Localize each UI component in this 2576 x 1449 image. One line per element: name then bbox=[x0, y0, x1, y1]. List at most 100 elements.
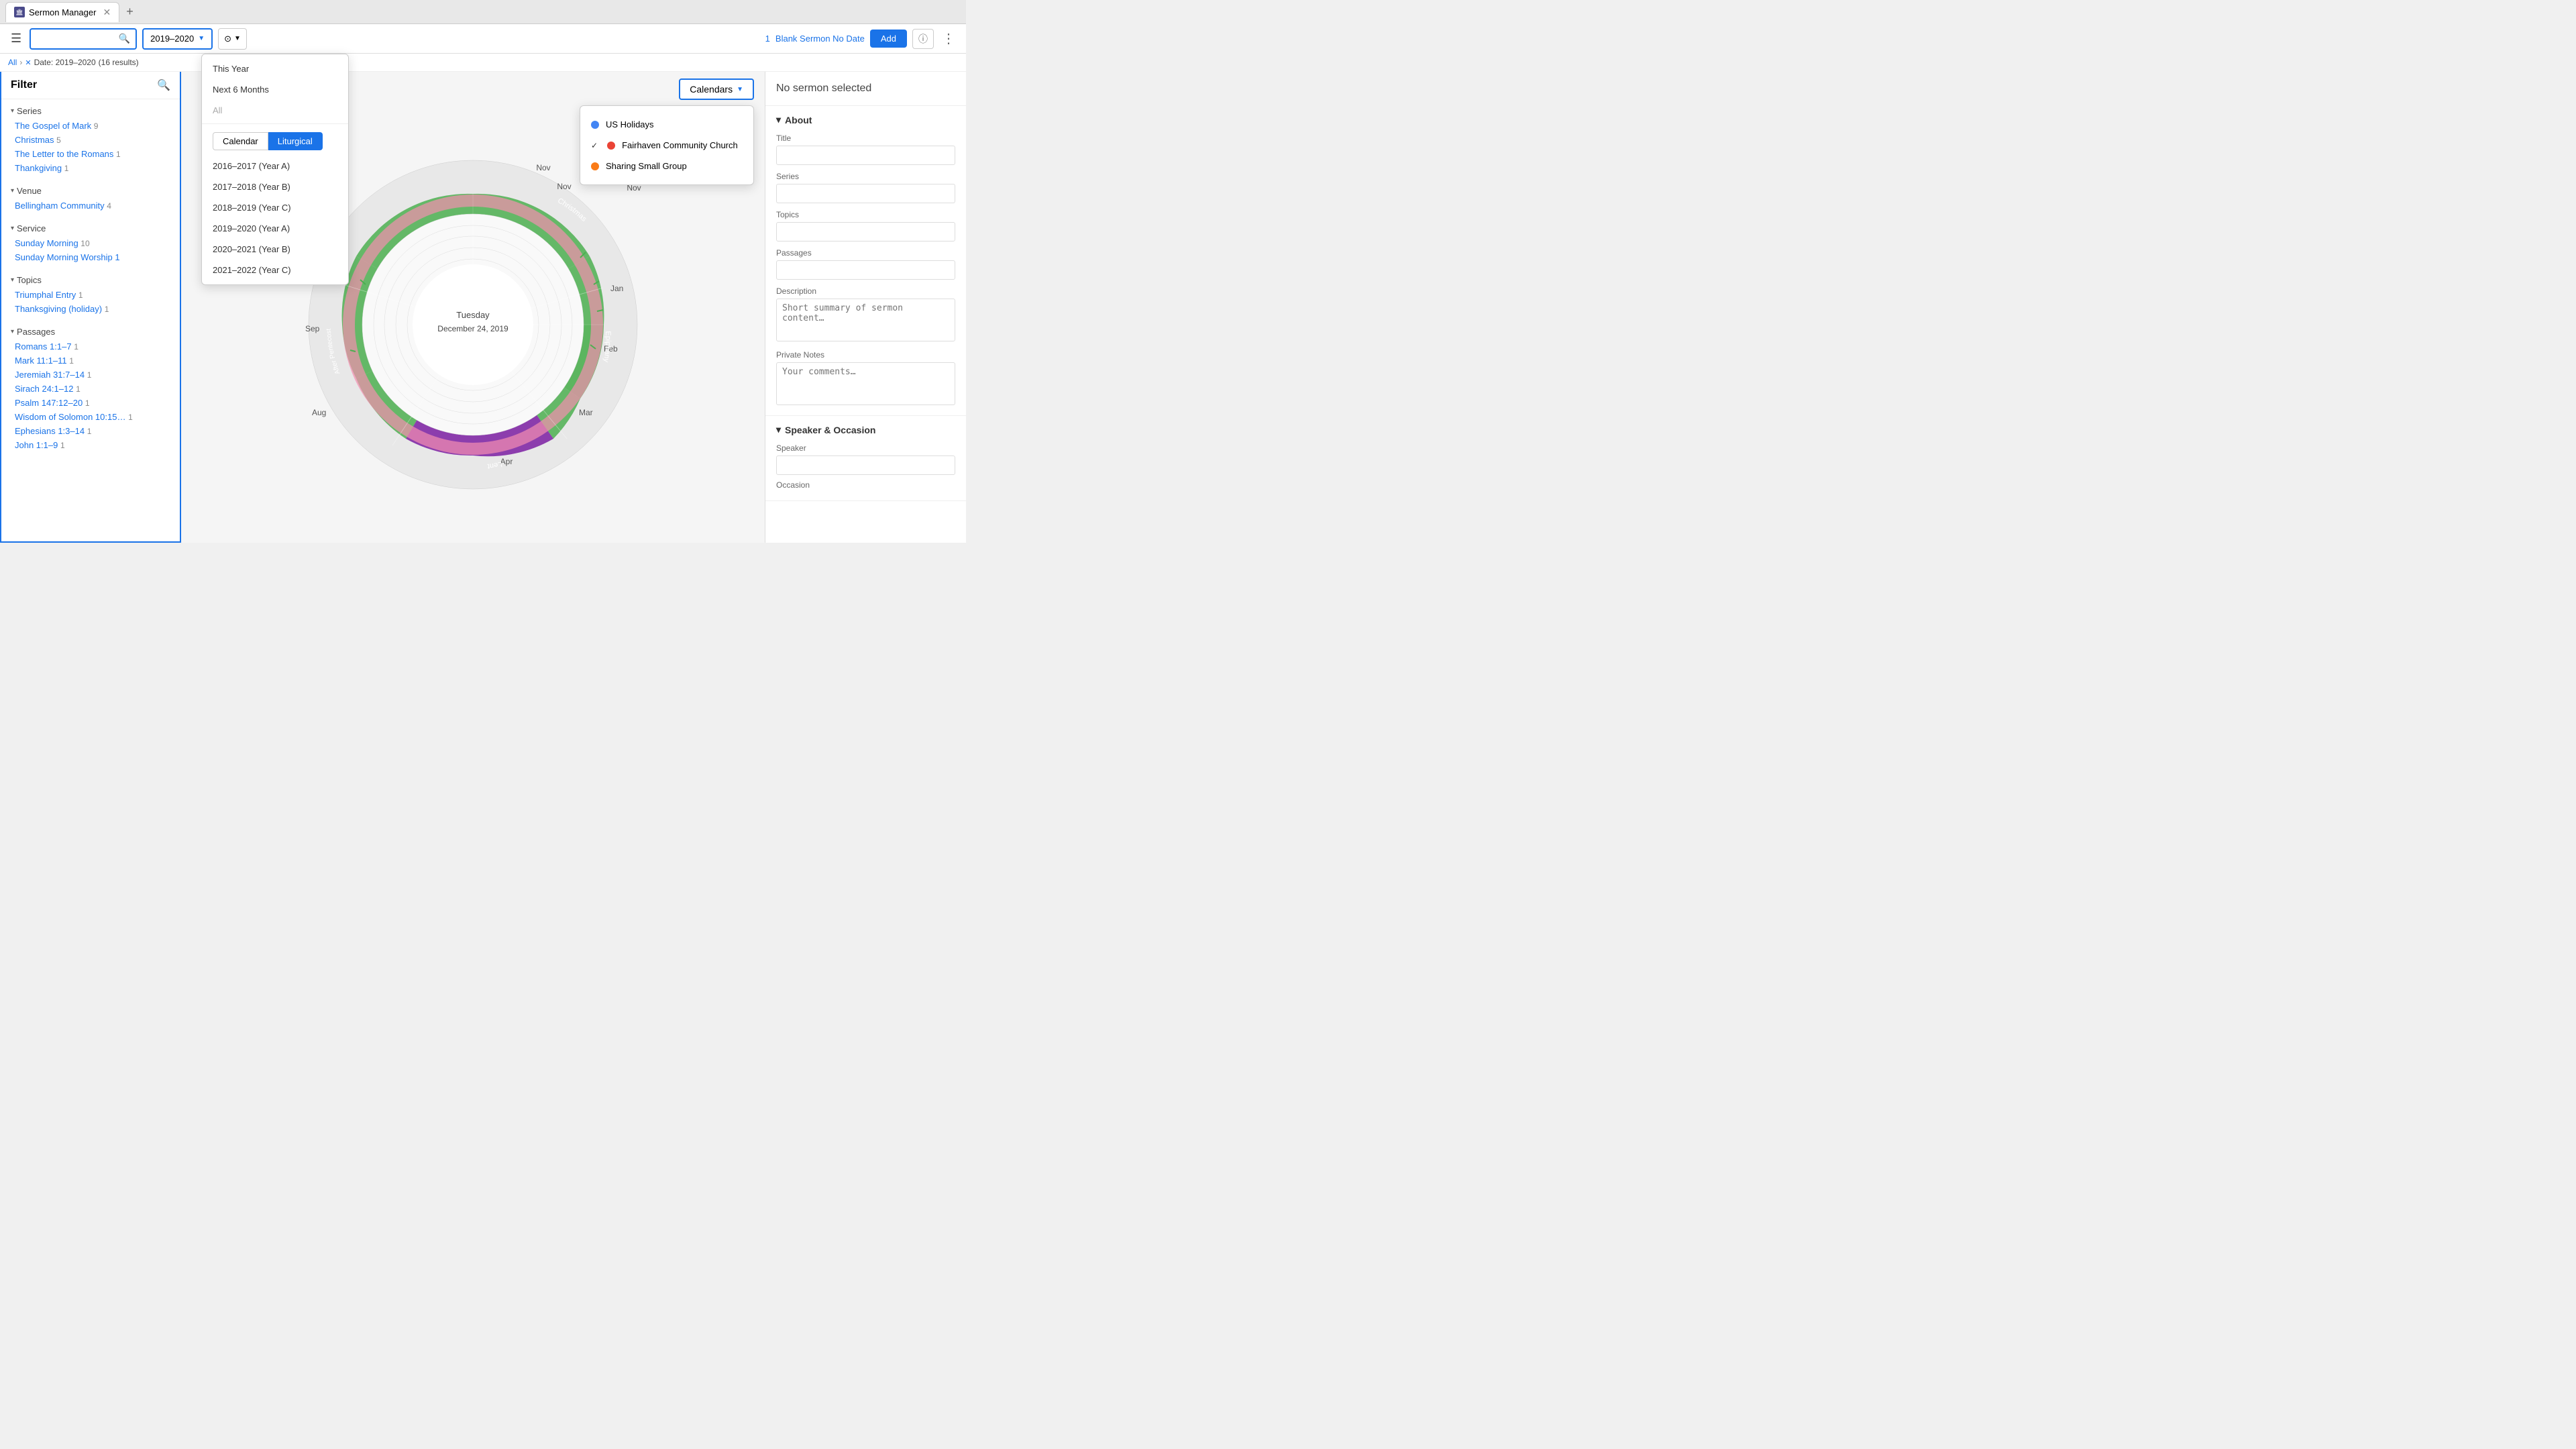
filter-sidebar: Filter 🔍 ▾ Series The Gospel of Mark 9 C… bbox=[0, 72, 181, 543]
filter-section-topics-toggle[interactable]: ▾ Topics bbox=[1, 272, 180, 288]
filter-item-ephesians[interactable]: Ephesians 1:3–14 1 bbox=[1, 424, 180, 438]
info-button[interactable]: ⓘ bbox=[912, 29, 934, 49]
filter-section-series-toggle[interactable]: ▾ Series bbox=[1, 103, 180, 119]
calendars-dropdown: US Holidays ✓ Fairhaven Community Church… bbox=[580, 105, 754, 185]
year-2019-2020[interactable]: 2019–2020 (Year A) bbox=[202, 218, 348, 239]
calendar-tab[interactable]: Calendar bbox=[213, 132, 268, 150]
right-panel: No sermon selected ▾ About Title Series … bbox=[765, 72, 966, 543]
filter-section-venue-toggle[interactable]: ▾ Venue bbox=[1, 183, 180, 199]
fairhaven-dot bbox=[607, 142, 615, 150]
this-year-option[interactable]: This Year bbox=[202, 72, 348, 79]
venue-label: Venue bbox=[17, 186, 42, 196]
filter-search-icon[interactable]: 🔍 bbox=[157, 78, 170, 92]
more-options-button[interactable]: ⋮ bbox=[939, 30, 958, 47]
series-field-input[interactable] bbox=[776, 184, 955, 203]
dropdown-divider bbox=[202, 123, 348, 124]
passages-field-input[interactable] bbox=[776, 260, 955, 280]
right-panel-title: No sermon selected bbox=[765, 72, 966, 106]
year-2017-2018[interactable]: 2017–2018 (Year B) bbox=[202, 176, 348, 197]
fairhaven-check-icon: ✓ bbox=[591, 141, 598, 150]
filter-section-passages: ▾ Passages Romans 1:1–7 1 Mark 11:1–11 1… bbox=[1, 320, 180, 456]
about-section: ▾ About Title Series Topics Passages Des… bbox=[765, 106, 966, 416]
speaker-occasion-label: Speaker & Occasion bbox=[785, 425, 875, 435]
description-field-textarea[interactable] bbox=[776, 299, 955, 341]
series-field-label: Series bbox=[776, 172, 955, 181]
title-field-input[interactable] bbox=[776, 146, 955, 165]
speaker-field-input[interactable] bbox=[776, 455, 955, 475]
about-chevron-icon: ▾ bbox=[776, 114, 781, 125]
filter-item-john[interactable]: John 1:1–9 1 bbox=[1, 438, 180, 452]
filter-item-wisdom[interactable]: Wisdom of Solomon 10:15… 1 bbox=[1, 410, 180, 424]
toolbar-right: 1 Blank Sermon No Date Add ⓘ ⋮ bbox=[765, 29, 958, 49]
calendar-area: Calendars ▼ bbox=[181, 72, 765, 543]
next-6-months-option[interactable]: Next 6 Months bbox=[202, 79, 348, 100]
filter-item-sunday-morning[interactable]: Sunday Morning 10 bbox=[1, 236, 180, 250]
about-section-toggle[interactable]: ▾ About bbox=[776, 114, 955, 125]
occasion-field-label: Occasion bbox=[776, 480, 955, 490]
filter-item-thankgiving[interactable]: Thankgiving 1 bbox=[1, 161, 180, 175]
fairhaven-label: Fairhaven Community Church bbox=[622, 140, 738, 150]
topics-chevron-icon: ▾ bbox=[11, 276, 14, 284]
filter-section-topics: ▾ Topics Triumphal Entry 1 Thanksgiving … bbox=[1, 268, 180, 320]
search-box[interactable]: 🔍 bbox=[30, 28, 137, 50]
speaker-occasion-chevron-icon: ▾ bbox=[776, 424, 781, 435]
filter-item-jeremiah[interactable]: Jeremiah 31:7–14 1 bbox=[1, 368, 180, 382]
svg-text:Sep: Sep bbox=[305, 324, 320, 333]
breadcrumb-all-link[interactable]: All bbox=[8, 58, 17, 67]
about-label: About bbox=[785, 115, 812, 125]
series-label: Series bbox=[17, 106, 42, 116]
new-tab-button[interactable]: + bbox=[122, 5, 138, 19]
year-2021-2022[interactable]: 2021–2022 (Year C) bbox=[202, 260, 348, 280]
filter-item-letter-romans[interactable]: The Letter to the Romans 1 bbox=[1, 147, 180, 161]
liturgical-tab[interactable]: Liturgical bbox=[268, 132, 323, 150]
breadcrumb-filter-close[interactable]: ✕ bbox=[25, 58, 31, 67]
cal-item-us-holidays[interactable]: US Holidays bbox=[580, 114, 753, 135]
us-holidays-label: US Holidays bbox=[606, 119, 654, 129]
filter-item-triumphal-entry[interactable]: Triumphal Entry 1 bbox=[1, 288, 180, 302]
breadcrumb-results: (16 results) bbox=[99, 58, 139, 67]
hamburger-menu-button[interactable]: ☰ bbox=[8, 29, 24, 48]
series-chevron-icon: ▾ bbox=[11, 107, 14, 115]
add-button[interactable]: Add bbox=[870, 30, 907, 48]
target-button[interactable]: ⊙ ▼ bbox=[218, 28, 247, 50]
all-option[interactable]: All bbox=[202, 100, 348, 121]
filter-item-thanksgiving-holiday[interactable]: Thanksgiving (holiday) 1 bbox=[1, 302, 180, 316]
filter-section-passages-toggle[interactable]: ▾ Passages bbox=[1, 324, 180, 339]
filter-item-romans[interactable]: Romans 1:1–7 1 bbox=[1, 339, 180, 354]
filter-section-service-toggle[interactable]: ▾ Service bbox=[1, 221, 180, 236]
dropdown-arrow-icon: ▼ bbox=[198, 35, 205, 42]
year-2016-2017[interactable]: 2016–2017 (Year A) bbox=[202, 156, 348, 176]
year-dropdown-button[interactable]: 2019–2020 ▼ bbox=[142, 28, 213, 50]
speaker-occasion-toggle[interactable]: ▾ Speaker & Occasion bbox=[776, 424, 955, 435]
topics-field-input[interactable] bbox=[776, 222, 955, 241]
topics-label: Topics bbox=[17, 275, 42, 285]
filter-item-sunday-morning-worship[interactable]: Sunday Morning Worship 1 bbox=[1, 250, 180, 264]
year-2018-2019[interactable]: 2018–2019 (Year C) bbox=[202, 197, 348, 218]
svg-text:Nov: Nov bbox=[557, 182, 571, 191]
sermon-manager-tab[interactable]: 🏛 Sermon Manager ✕ bbox=[5, 2, 119, 22]
private-notes-field-textarea[interactable] bbox=[776, 362, 955, 405]
filter-item-christmas[interactable]: Christmas 5 bbox=[1, 133, 180, 147]
calendars-button[interactable]: Calendars ▼ bbox=[679, 78, 754, 100]
service-chevron-icon: ▾ bbox=[11, 225, 14, 232]
main-layout: Filter 🔍 ▾ Series The Gospel of Mark 9 C… bbox=[0, 72, 966, 543]
year-label: 2019–2020 bbox=[150, 34, 194, 44]
passages-field-label: Passages bbox=[776, 248, 955, 258]
tab-bar: 🏛 Sermon Manager ✕ + bbox=[0, 0, 966, 24]
cal-item-fairhaven[interactable]: ✓ Fairhaven Community Church bbox=[580, 135, 753, 156]
year-2020-2021[interactable]: 2020–2021 (Year B) bbox=[202, 239, 348, 260]
svg-text:December 24, 2019: December 24, 2019 bbox=[437, 324, 508, 333]
svg-text:Jan: Jan bbox=[610, 284, 623, 293]
circular-calendar: Tuesday December 24, 2019 Nov Nov Nov No… bbox=[299, 150, 647, 499]
filter-item-psalm[interactable]: Psalm 147:12–20 1 bbox=[1, 396, 180, 410]
tab-close-button[interactable]: ✕ bbox=[103, 7, 111, 18]
cal-item-sharing-small-group[interactable]: Sharing Small Group bbox=[580, 156, 753, 176]
search-input[interactable] bbox=[36, 34, 115, 44]
filter-item-mark[interactable]: Mark 11:1–11 1 bbox=[1, 354, 180, 368]
filter-item-bellingham[interactable]: Bellingham Community 4 bbox=[1, 199, 180, 213]
passages-label: Passages bbox=[17, 327, 55, 337]
filter-title: Filter bbox=[11, 79, 37, 91]
blank-sermon-link[interactable]: Blank Sermon No Date bbox=[775, 34, 865, 44]
filter-item-sirach[interactable]: Sirach 24:1–12 1 bbox=[1, 382, 180, 396]
filter-item-gospel-mark[interactable]: The Gospel of Mark 9 bbox=[1, 119, 180, 133]
